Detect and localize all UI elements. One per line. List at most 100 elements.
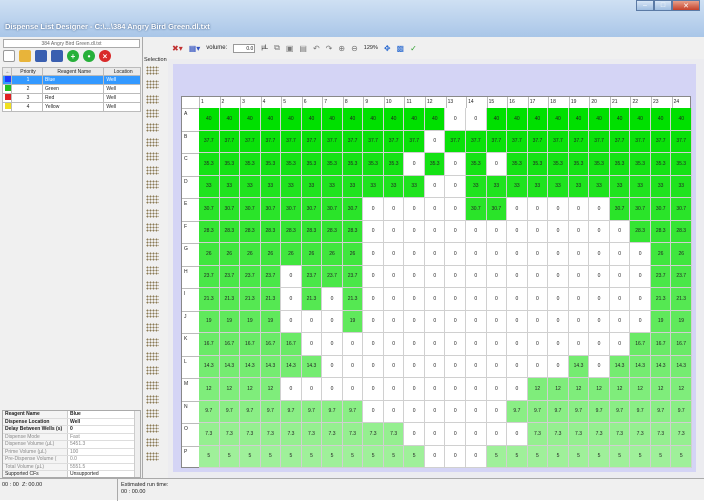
well-cell[interactable]: 7.3	[199, 423, 220, 446]
well-cell[interactable]: 0	[486, 288, 508, 311]
well-cell[interactable]: 16.7	[650, 333, 672, 356]
property-value[interactable]: Blue	[68, 411, 81, 418]
well-cell[interactable]: 21.3	[301, 288, 323, 311]
selection-pattern-icon[interactable]	[146, 137, 159, 147]
well-cell[interactable]: 30.7	[609, 198, 631, 221]
reagent-name[interactable]: Green	[42, 84, 105, 94]
column-header[interactable]: 10	[383, 97, 405, 108]
well-cell[interactable]: 14.3	[630, 355, 651, 378]
column-header[interactable]: 13	[445, 97, 467, 108]
well-cell[interactable]: 9.7	[568, 400, 590, 423]
well-cell[interactable]: 9.7	[650, 400, 672, 423]
property-value[interactable]: 0.0	[68, 456, 77, 463]
well-cell[interactable]: 40	[404, 108, 425, 131]
well-cell[interactable]: 0	[383, 243, 405, 266]
well-cell[interactable]: 33	[548, 175, 569, 198]
well-cell[interactable]: 0	[445, 243, 467, 266]
well-cell[interactable]: 7.3	[342, 423, 364, 446]
well-cell[interactable]: 12	[548, 378, 569, 401]
well-cell[interactable]: 0	[383, 378, 405, 401]
well-cell[interactable]: 33	[486, 175, 508, 198]
property-row[interactable]: Delay Between Wells (s) 0	[3, 426, 140, 434]
well-cell[interactable]: 33	[507, 175, 528, 198]
well-cell[interactable]: 0	[322, 288, 343, 311]
well-cell[interactable]: 0	[507, 220, 528, 243]
well-cell[interactable]: 35.3	[609, 153, 631, 176]
volume-input[interactable]: 0.0	[233, 43, 256, 53]
open-folder-icon[interactable]	[19, 50, 31, 62]
well-cell[interactable]: 0	[568, 288, 590, 311]
well-cell[interactable]: 0	[486, 243, 508, 266]
column-header[interactable]: 2	[219, 97, 241, 108]
well-cell[interactable]: 0	[424, 400, 446, 423]
well-cell[interactable]: 0	[507, 198, 528, 221]
well-cell[interactable]: 0	[548, 265, 569, 288]
selection-pattern-icon[interactable]	[146, 337, 159, 347]
selection-pattern-icon[interactable]	[146, 280, 159, 290]
well-cell[interactable]: 0	[486, 265, 508, 288]
well-cell[interactable]: 0	[445, 265, 467, 288]
well-cell[interactable]: 33	[589, 175, 610, 198]
well-cell[interactable]: 40	[589, 108, 610, 131]
table-header-priority[interactable]: Priority	[10, 67, 44, 76]
well-cell[interactable]: 0	[404, 355, 425, 378]
well-cell[interactable]: 0	[466, 333, 487, 356]
well-cell[interactable]: 16.7	[630, 333, 651, 356]
well-cell[interactable]: 0	[486, 400, 508, 423]
close-button[interactable]: ✕	[672, 0, 700, 11]
well-cell[interactable]: 5	[650, 445, 672, 468]
column-header[interactable]: 17	[527, 97, 549, 108]
well-cell[interactable]: 28.3	[650, 220, 672, 243]
well-cell[interactable]: 0	[548, 310, 569, 333]
well-cell[interactable]: 23.7	[342, 265, 364, 288]
row-header[interactable]: J	[182, 310, 199, 334]
selection-pattern-icon[interactable]	[146, 180, 159, 190]
well-cell[interactable]: 12	[260, 378, 282, 401]
well-cell[interactable]: 37.7	[219, 130, 241, 153]
well-cell[interactable]: 9.7	[548, 400, 569, 423]
well-cell[interactable]: 0	[445, 310, 467, 333]
column-header[interactable]: 15	[486, 97, 508, 108]
well-cell[interactable]: 40	[281, 108, 302, 131]
well-cell[interactable]: 37.7	[630, 130, 651, 153]
reagent-name[interactable]: Yellow	[42, 102, 105, 112]
well-cell[interactable]: 35.3	[383, 153, 405, 176]
well-cell[interactable]: 33	[281, 175, 302, 198]
well-cell[interactable]: 0	[383, 400, 405, 423]
well-cell[interactable]: 16.7	[671, 333, 692, 356]
well-cell[interactable]: 40	[322, 108, 343, 131]
well-cell[interactable]: 26	[260, 243, 282, 266]
column-header[interactable]: 9	[363, 97, 384, 108]
add-reagent-icon[interactable]: +	[67, 50, 79, 62]
well-cell[interactable]: 40	[486, 108, 508, 131]
well-cell[interactable]: 0	[548, 243, 569, 266]
well-cell[interactable]: 0	[404, 243, 425, 266]
well-cell[interactable]: 5	[507, 445, 528, 468]
selection-pattern-icon[interactable]	[146, 309, 159, 319]
row-header[interactable]: P	[182, 445, 199, 469]
well-cell[interactable]: 0	[589, 265, 610, 288]
well-cell[interactable]: 0	[404, 153, 425, 176]
well-cell[interactable]: 21.3	[240, 288, 261, 311]
well-cell[interactable]: 5	[260, 445, 282, 468]
well-cell[interactable]: 0	[568, 310, 590, 333]
table-header-location[interactable]: Location	[103, 67, 141, 76]
well-cell[interactable]: 30.7	[486, 198, 508, 221]
well-cell[interactable]: 5	[301, 445, 323, 468]
well-cell[interactable]: 23.7	[260, 265, 282, 288]
well-cell[interactable]: 0	[589, 288, 610, 311]
well-cell[interactable]: 0	[404, 265, 425, 288]
copy-icon[interactable]: ⧉	[274, 43, 280, 53]
well-cell[interactable]: 28.3	[301, 220, 323, 243]
well-cell[interactable]: 35.3	[589, 153, 610, 176]
well-cell[interactable]: 0	[445, 175, 467, 198]
well-cell[interactable]: 7.3	[281, 423, 302, 446]
well-cell[interactable]: 0	[363, 198, 384, 221]
well-cell[interactable]: 0	[363, 265, 384, 288]
well-cell[interactable]: 0	[507, 265, 528, 288]
selection-pattern-icon[interactable]	[146, 394, 159, 404]
well-cell[interactable]: 0	[424, 130, 446, 153]
well-cell[interactable]: 7.3	[301, 423, 323, 446]
reagent-row[interactable]: 2 Green Well	[2, 84, 141, 94]
well-cell[interactable]: 0	[424, 243, 446, 266]
